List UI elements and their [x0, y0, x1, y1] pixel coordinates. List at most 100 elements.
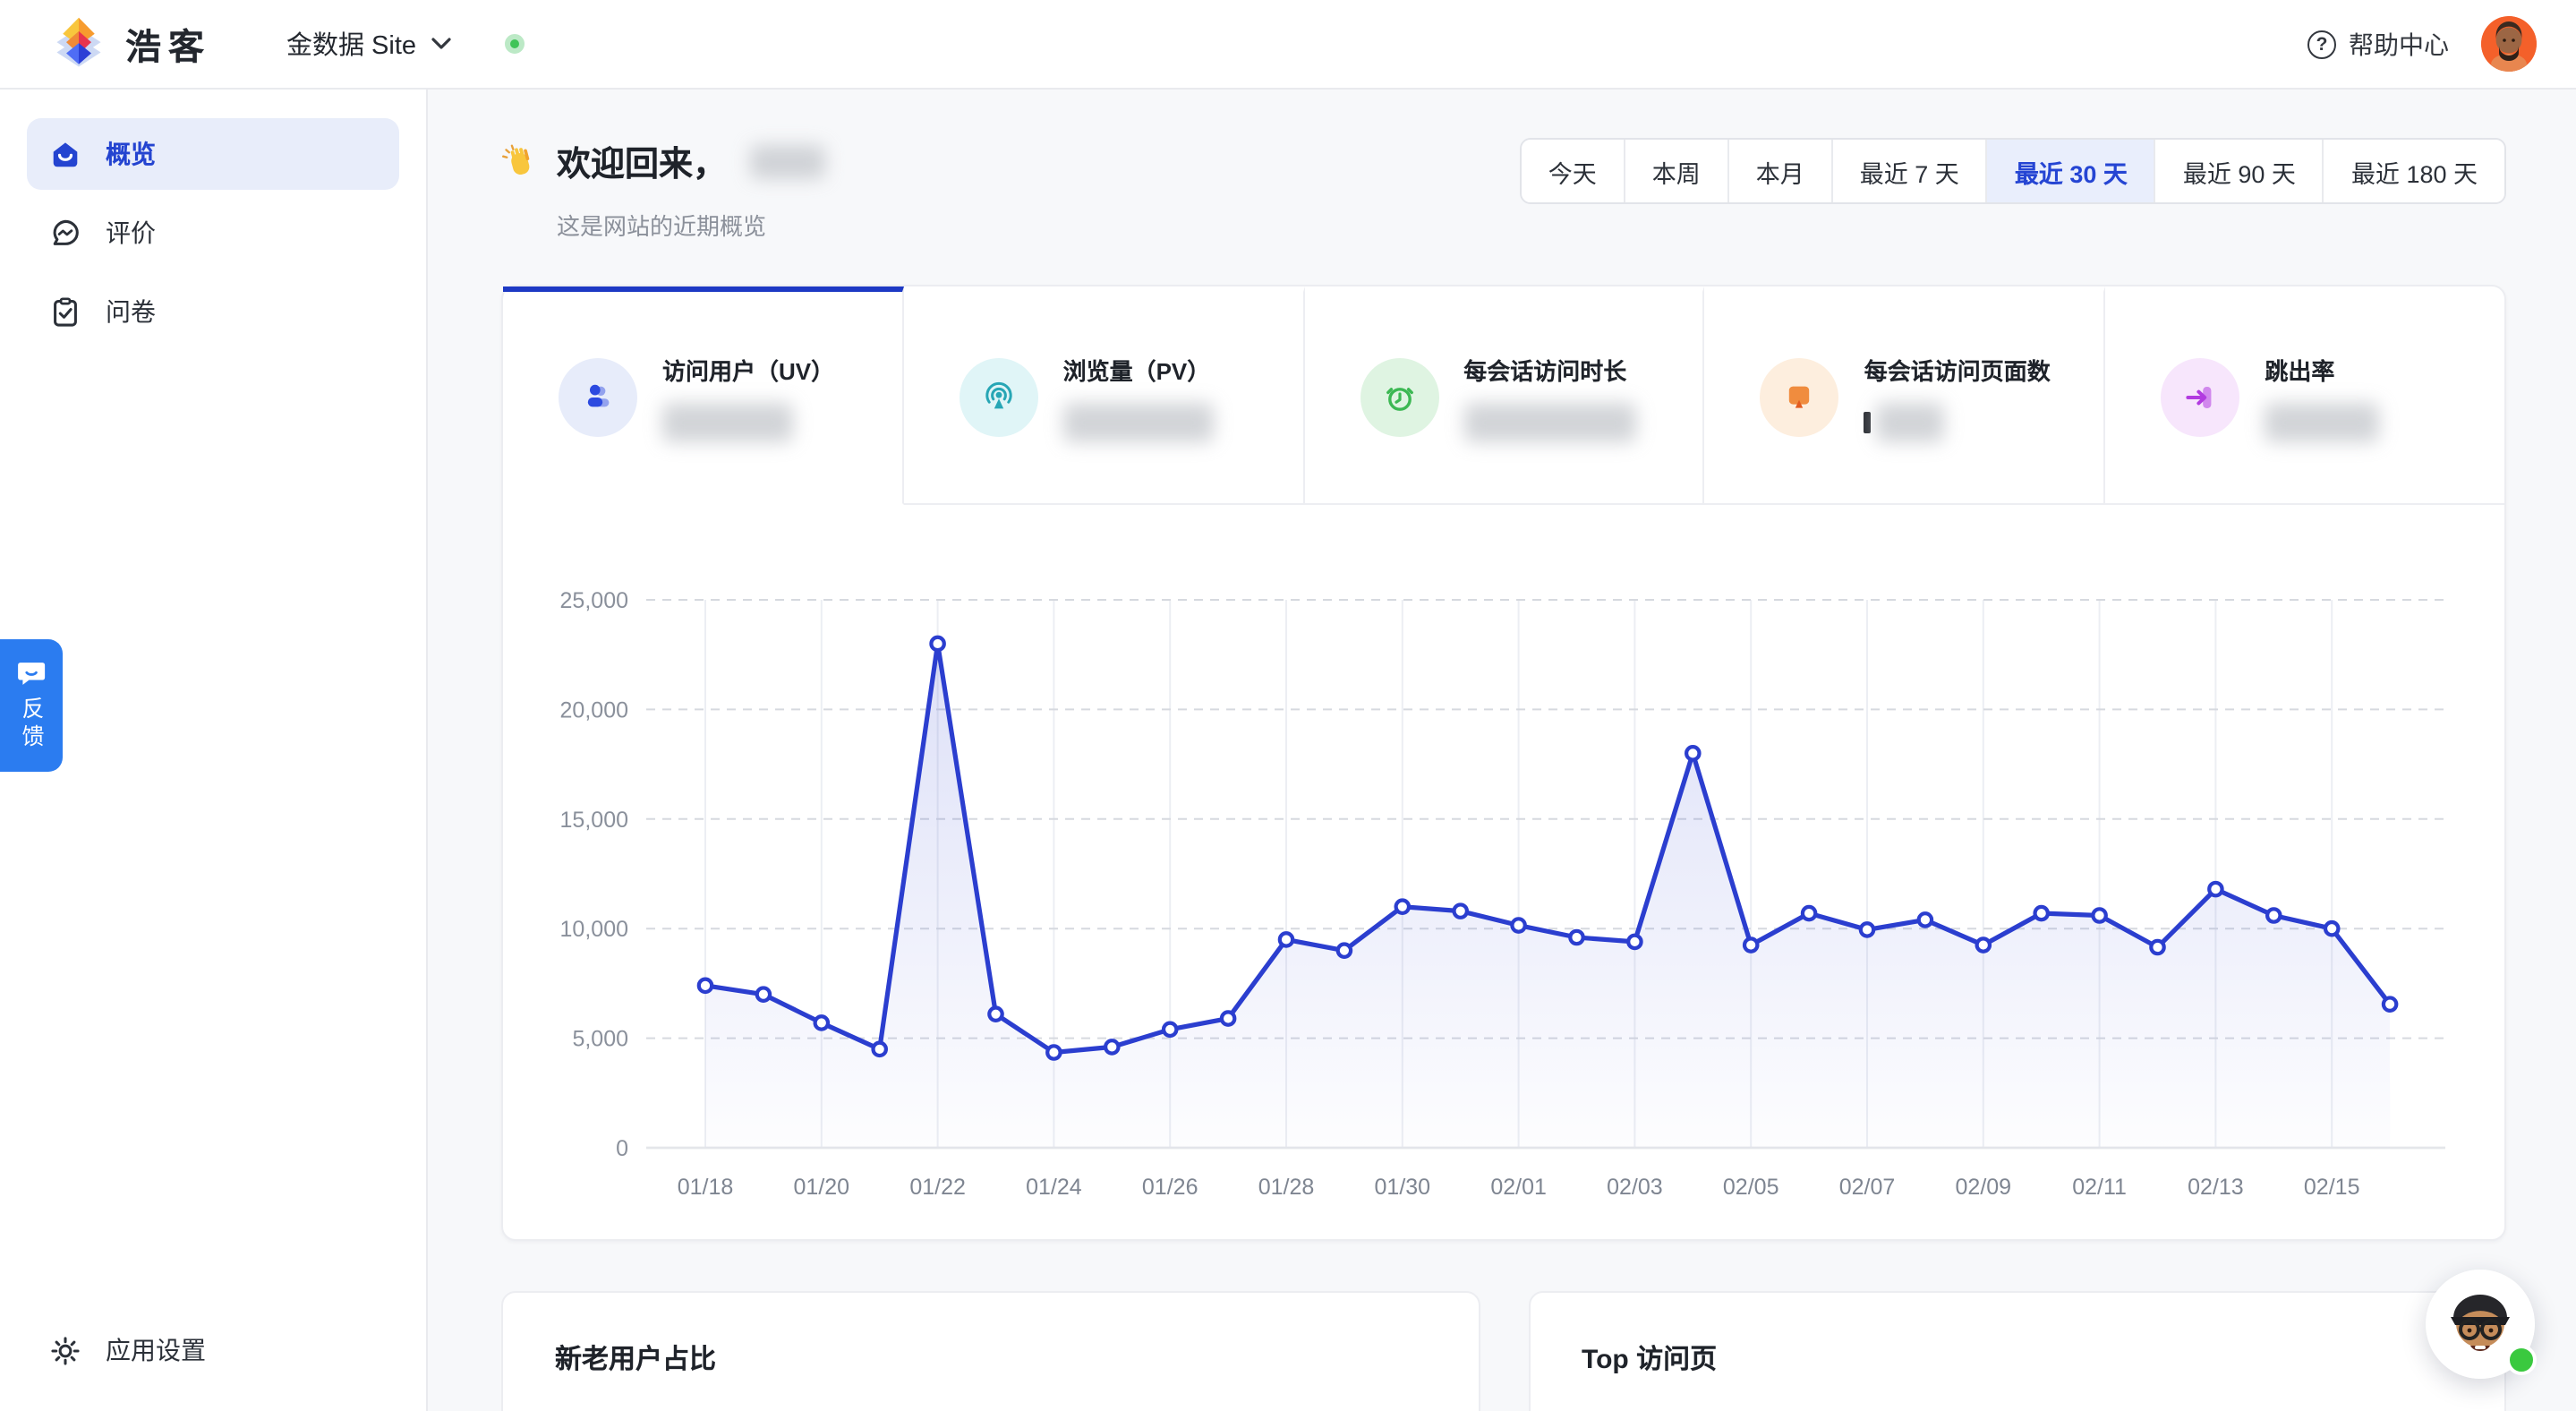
time-range-today[interactable]: 今天: [1521, 140, 1624, 202]
stat-tab-bounce-rate[interactable]: 跳出率: [2105, 286, 2504, 505]
question-icon: ?: [2307, 30, 2336, 58]
sidebar-item-reviews[interactable]: 评价: [27, 197, 399, 269]
broadcast-icon: [959, 358, 1038, 437]
sidebar-item-label: 应用设置: [106, 1336, 206, 1364]
sidebar-item-app-settings[interactable]: 应用设置: [27, 1314, 399, 1386]
sidebar-item-label: 问卷: [106, 297, 156, 326]
time-range-7d[interactable]: 最近 7 天: [1830, 140, 1986, 202]
top-pages-card: Top 访问页: [1528, 1291, 2506, 1411]
clock-icon: [1360, 358, 1439, 437]
top-bar: 浩客 金数据 Site ? 帮助中心: [0, 0, 2576, 90]
home-icon: [53, 141, 78, 167]
stat-label: 每会话访问页面数: [1864, 357, 2051, 384]
svg-text:01/24: 01/24: [1026, 1175, 1082, 1200]
welcome-row: 欢迎回来， 这是网站的近期概览 今天 本周 本月 最近 7 天 最近 30 天 …: [501, 138, 2506, 242]
stat-value-redacted: [2265, 400, 2380, 443]
stat-value-redacted: [1864, 400, 2051, 443]
sidebar-item-label: 评价: [106, 218, 156, 247]
sidebar-item-label: 概览: [106, 140, 156, 168]
brand-logo-icon: [56, 16, 101, 66]
topbar-right: ? 帮助中心: [2307, 16, 2537, 72]
svg-text:01/22: 01/22: [909, 1175, 966, 1200]
time-range-this-week[interactable]: 本周: [1623, 140, 1727, 202]
site-selector[interactable]: 金数据 Site: [286, 25, 450, 63]
user-avatar-image: [2481, 16, 2537, 72]
user-avatar[interactable]: [2481, 16, 2537, 72]
svg-text:01/28: 01/28: [1258, 1175, 1315, 1200]
svg-text:01/30: 01/30: [1375, 1175, 1431, 1200]
main-content: 欢迎回来， 这是网站的近期概览 今天 本周 本月 最近 7 天 最近 30 天 …: [428, 90, 2576, 1411]
stat-tab-pv[interactable]: 浏览量（PV）: [903, 286, 1305, 505]
welcome-name-redacted: [750, 145, 826, 179]
svg-text:01/26: 01/26: [1142, 1175, 1198, 1200]
brand: 浩客: [48, 13, 211, 74]
users-icon: [559, 358, 637, 437]
svg-text:15,000: 15,000: [560, 808, 628, 833]
svg-text:10,000: 10,000: [560, 917, 628, 942]
svg-text:02/11: 02/11: [2072, 1175, 2127, 1200]
feedback-label: 反馈: [18, 696, 43, 751]
stat-tab-uv[interactable]: 访问用户（UV）: [503, 286, 904, 505]
svg-text:20,000: 20,000: [560, 697, 628, 723]
svg-text:02/15: 02/15: [2304, 1175, 2360, 1200]
gear-icon: [51, 1336, 80, 1364]
stat-label: 每会话访问时长: [1463, 357, 1627, 384]
uv-trend-chart[interactable]: 0 5,000 10,000 15,000 20,000 25,000 01/18 01/20…: [503, 528, 2508, 1219]
page-subtitle: 这是网站的近期概览: [557, 213, 767, 240]
survey-icon: [54, 296, 77, 326]
page-title: 欢迎回来，: [501, 138, 826, 186]
chevron-down-icon: [431, 38, 450, 49]
exit-icon: [2161, 358, 2240, 437]
wave-hand-icon: [502, 143, 530, 175]
stat-label: 访问用户（UV）: [662, 357, 835, 384]
help-center-button[interactable]: ? 帮助中心: [2307, 26, 2449, 62]
site-status-dot: [504, 34, 525, 54]
stat-label: 跳出率: [2265, 357, 2335, 384]
svg-text:02/09: 02/09: [1956, 1175, 2012, 1200]
welcome-block: 欢迎回来， 这是网站的近期概览: [501, 138, 826, 242]
stat-value-redacted: [1463, 400, 1636, 443]
feedback-button[interactable]: 反馈: [0, 639, 63, 772]
card-title: 新老用户占比: [555, 1345, 717, 1375]
feedback-bubble-icon: [17, 662, 45, 684]
overview-panel: 访问用户（UV） 浏览量（PV） 每会话访问时长 每会话访问页面数 跳出率 0 …: [501, 285, 2506, 1241]
svg-text:02/07: 02/07: [1839, 1175, 1896, 1200]
svg-text:25,000: 25,000: [560, 588, 628, 613]
card-title: Top 访问页: [1582, 1345, 1718, 1375]
new-vs-returning-card: 新老用户占比: [501, 1291, 1480, 1411]
site-selector-label: 金数据 Site: [286, 32, 417, 61]
svg-text:02/05: 02/05: [1723, 1175, 1779, 1200]
stat-label: 浏览量（PV）: [1062, 357, 1211, 384]
time-range-180d[interactable]: 最近 180 天: [2322, 140, 2504, 202]
stat-tabs: 访问用户（UV） 浏览量（PV） 每会话访问时长 每会话访问页面数 跳出率: [503, 286, 2504, 505]
stat-value-partial: [1864, 411, 1872, 432]
svg-text:0: 0: [616, 1136, 628, 1161]
svg-text:01/20: 01/20: [794, 1175, 850, 1200]
uv-trend-chart-wrap: 0 5,000 10,000 15,000 20,000 25,000 01/18 01/20…: [503, 505, 2504, 1239]
sidebar-item-overview[interactable]: 概览: [27, 118, 399, 190]
sidebar-item-surveys[interactable]: 问卷: [27, 276, 399, 347]
stat-value-redacted: [662, 400, 834, 443]
sidebar: 概览 评价 问卷 应用设置: [0, 90, 428, 1411]
welcome-text: 欢迎回来，: [557, 147, 728, 184]
help-center-label: 帮助中心: [2349, 30, 2449, 58]
time-range-this-month[interactable]: 本月: [1727, 140, 1831, 202]
time-range-30d[interactable]: 最近 30 天: [1985, 140, 2154, 202]
stat-tab-pages-per-session[interactable]: 每会话访问页面数: [1704, 286, 2106, 505]
brand-name: 浩客: [125, 29, 211, 68]
stat-tab-session-duration[interactable]: 每会话访问时长: [1304, 286, 1705, 505]
svg-text:01/18: 01/18: [678, 1175, 734, 1200]
svg-text:02/03: 02/03: [1607, 1175, 1663, 1200]
svg-text:02/13: 02/13: [2188, 1175, 2244, 1200]
chat-widget-avatar[interactable]: [2426, 1270, 2537, 1379]
svg-text:5,000: 5,000: [572, 1027, 628, 1052]
bottom-cards-row: 新老用户占比 Top 访问页: [501, 1291, 2506, 1411]
comment-icon: [53, 218, 79, 244]
stat-value-redacted: [1062, 400, 1214, 443]
time-range-90d[interactable]: 最近 90 天: [2154, 140, 2323, 202]
app-root: 浩客 金数据 Site ? 帮助中心 概览 评价 问卷 应用设置 反馈 欢迎回来…: [0, 0, 2576, 1411]
online-status-dot: [2506, 1345, 2537, 1375]
time-range-group: 今天 本周 本月 最近 7 天 最近 30 天 最近 90 天 最近 180 天: [1519, 138, 2506, 204]
svg-text:02/01: 02/01: [1490, 1175, 1547, 1200]
pages-icon: [1760, 358, 1839, 437]
